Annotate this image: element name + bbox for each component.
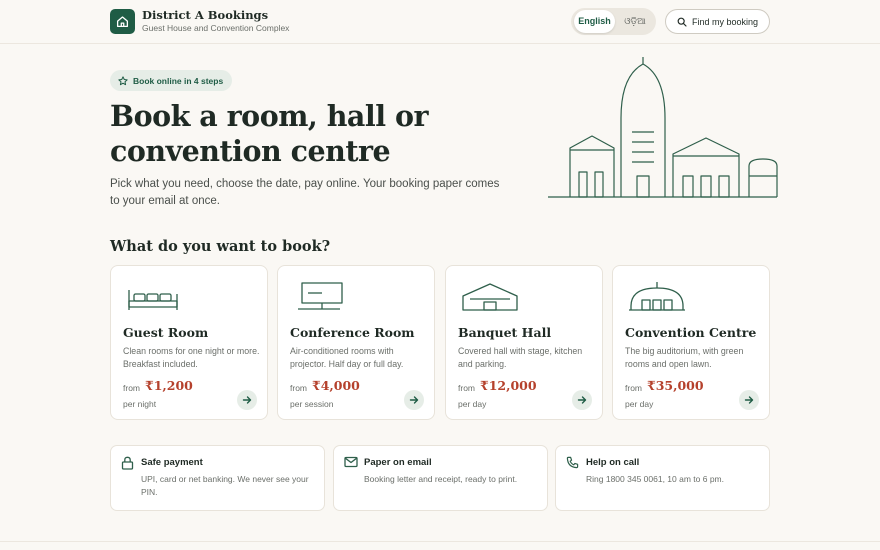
hero-title: Book a room, hall or convention centre	[110, 99, 429, 168]
feature-safe-payment: Safe payment UPI, card or net banking. W…	[110, 445, 325, 511]
projector-screen-icon	[298, 282, 343, 310]
hall-building-icon	[462, 283, 518, 311]
booking-card-conference-room[interactable]: Conference Room Air-conditioned rooms wi…	[277, 265, 435, 420]
feature-description: UPI, card or net banking. We never see y…	[141, 474, 309, 497]
phone-icon	[566, 456, 579, 469]
card-title: Guest Room	[123, 325, 209, 340]
price-from-label: from	[123, 383, 140, 393]
price-from-label: from	[625, 383, 642, 393]
booking-card-convention-centre[interactable]: Convention Centre The big auditorium, wi…	[612, 265, 770, 420]
price-unit: per day	[625, 399, 654, 409]
card-description: Clean rooms for one night or more. Break…	[123, 346, 260, 369]
card-title: Banquet Hall	[458, 325, 552, 340]
card-arrow-button[interactable]	[572, 390, 592, 410]
star-icon	[118, 75, 128, 85]
steps-pill: Book online in 4 steps	[110, 70, 233, 91]
price-from-label: from	[458, 383, 475, 393]
footer-divider	[0, 541, 880, 542]
lock-icon	[121, 456, 134, 470]
brand-title[interactable]: District A Bookings	[142, 8, 268, 22]
section-title: What do you want to book?	[110, 238, 331, 255]
arrow-right-icon	[577, 396, 587, 404]
language-option-odia[interactable]: ଓଡ଼ିଆ	[617, 10, 653, 33]
find-my-booking-button[interactable]: Find my booking	[665, 9, 770, 34]
steps-pill-label: Book online in 4 steps	[133, 75, 224, 86]
card-description: The big auditorium, with green rooms and…	[625, 346, 744, 369]
booking-card-guest-room[interactable]: Guest Room Clean rooms for one night or …	[110, 265, 268, 420]
arrow-right-icon	[242, 396, 252, 404]
price-unit: per day	[458, 399, 487, 409]
card-title: Conference Room	[290, 325, 415, 340]
feature-description: Ring 1800 345 0061, 10 am to 6 pm.	[586, 474, 724, 484]
card-arrow-button[interactable]	[739, 390, 759, 410]
price-unit: per night	[123, 399, 157, 409]
feature-paper-on-email: Paper on email Booking letter and receip…	[333, 445, 548, 511]
hero-subtitle: Pick what you need, choose the date, pay…	[110, 178, 500, 207]
feature-title: Help on call	[586, 457, 640, 468]
card-arrow-button[interactable]	[404, 390, 424, 410]
feature-description: Booking letter and receipt, ready to pri…	[364, 474, 518, 484]
booking-card-banquet-hall[interactable]: Banquet Hall Covered hall with stage, ki…	[445, 265, 603, 420]
city-skyline-illustration	[548, 57, 778, 198]
card-description: Covered hall with stage, kitchen and par…	[458, 346, 583, 369]
card-arrow-button[interactable]	[237, 390, 257, 410]
search-icon	[677, 17, 687, 27]
card-price: ₹1,200	[145, 378, 193, 393]
language-toggle: English ଓଡ଼ିଆ	[571, 8, 656, 35]
card-description: Air-conditioned rooms with projector. Ha…	[290, 346, 404, 369]
price-unit: per session	[290, 399, 334, 409]
mail-icon	[344, 456, 358, 468]
house-icon[interactable]	[110, 9, 135, 34]
brand-subtitle: Guest House and Convention Complex	[142, 23, 290, 33]
language-option-english[interactable]: English	[574, 10, 615, 33]
dome-auditorium-icon	[629, 282, 685, 311]
card-price: ₹12,000	[480, 378, 537, 393]
site-header: District A Bookings Guest House and Conv…	[0, 0, 880, 44]
feature-title: Paper on email	[364, 457, 432, 468]
feature-help-on-call: Help on call Ring 1800 345 0061, 10 am t…	[555, 445, 770, 511]
price-from-label: from	[290, 383, 307, 393]
card-title: Convention Centre	[625, 325, 757, 340]
find-my-booking-label: Find my booking	[691, 16, 759, 27]
card-price: ₹35,000	[647, 378, 704, 393]
feature-title: Safe payment	[141, 457, 203, 468]
bed-icon	[128, 290, 178, 310]
card-price: ₹4,000	[312, 378, 360, 393]
arrow-right-icon	[744, 396, 754, 404]
arrow-right-icon	[409, 396, 419, 404]
